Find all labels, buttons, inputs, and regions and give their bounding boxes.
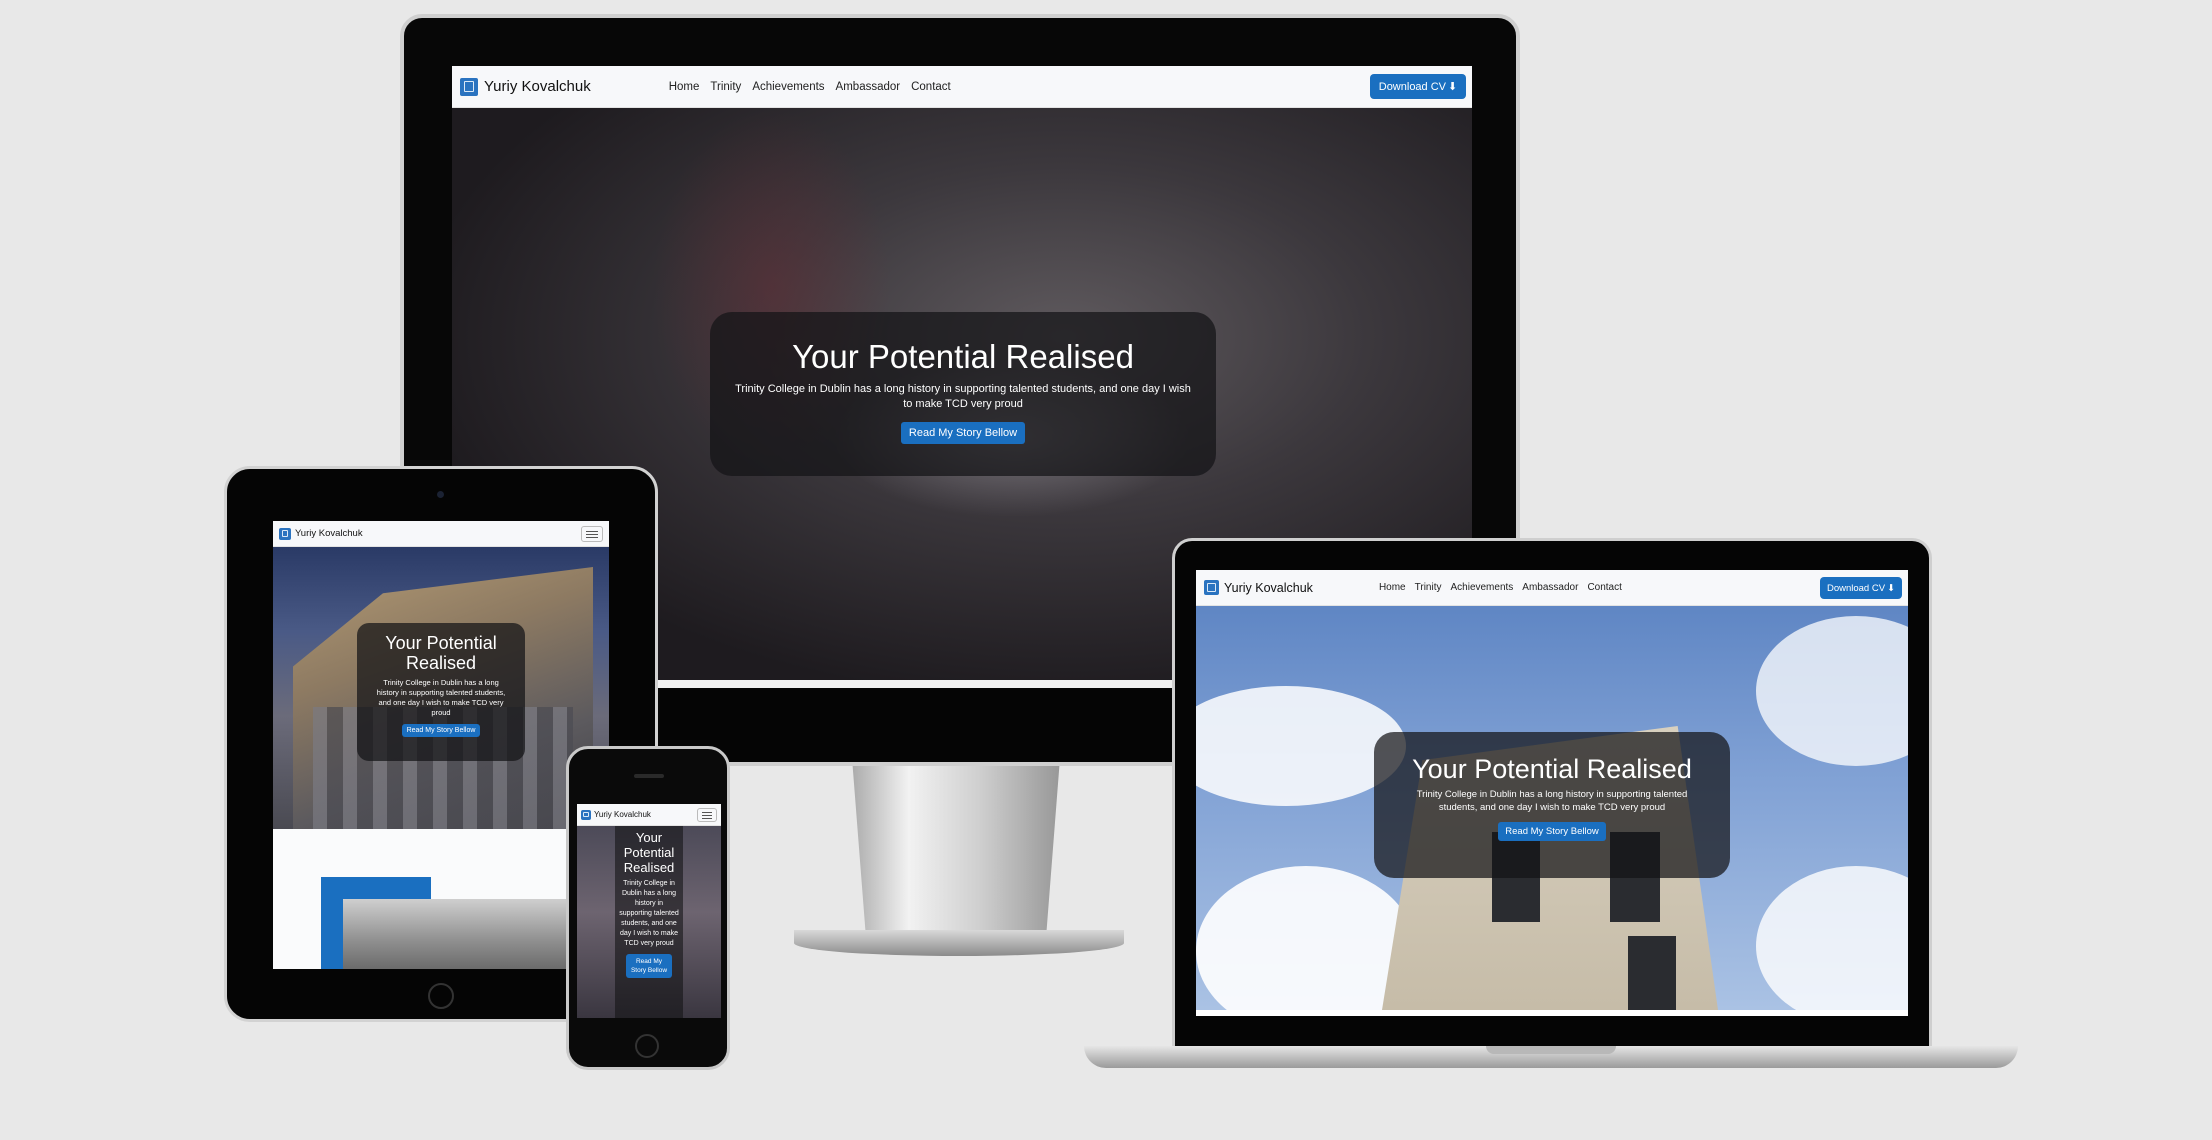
crest-icon xyxy=(581,809,591,820)
phone-read-story-button[interactable]: Read My Story Bellow xyxy=(626,954,672,978)
nav-achievements[interactable]: Achievements xyxy=(752,81,824,93)
hero-text: Trinity College in Dublin has a long his… xyxy=(735,383,1191,410)
desktop-navbar: Yuriy Kovalchuk Home Trinity Achievement… xyxy=(452,66,1472,108)
download-icon: ⬇ xyxy=(1448,81,1458,93)
tablet-hero-text: Trinity College in Dublin has a long his… xyxy=(376,678,506,717)
laptop-hero: Your Potential Realised Trinity College … xyxy=(1196,606,1908,1016)
download-cv-label: Download CV xyxy=(1378,80,1447,93)
phone-overlay-card: Your Potential Realised Trinity College … xyxy=(615,826,683,1018)
laptop-hero-text: Trinity College in Dublin has a long his… xyxy=(1416,789,1688,813)
phone-navbar: Yuriy Kovalchuk xyxy=(577,804,721,826)
crest-icon xyxy=(1204,580,1219,595)
laptop-brand-name: Yuriy Kovalchuk xyxy=(1224,580,1313,595)
laptop-notch xyxy=(1486,1046,1616,1054)
hero-title: Your Potential Realised xyxy=(792,338,1134,375)
crest-icon xyxy=(460,77,478,96)
hero-overlay-card: Your Potential Realised Trinity College … xyxy=(710,312,1216,476)
download-icon: ⬇ xyxy=(1887,582,1896,594)
phone-hero-title: Your Potential Realised xyxy=(623,830,675,875)
hamburger-menu-icon[interactable] xyxy=(697,808,717,822)
nav-ambassador[interactable]: Ambassador xyxy=(836,81,901,93)
phone-hero: Your Potential Realised Trinity College … xyxy=(577,826,721,1018)
laptop-screen: Your Potential Realised Trinity College … xyxy=(1196,570,1908,1016)
hamburger-menu-icon[interactable] xyxy=(581,526,603,542)
tablet-read-story-button[interactable]: Read My Story Bellow xyxy=(401,724,481,737)
read-story-button[interactable]: Read My Story Bellow xyxy=(900,422,1026,444)
laptop-navbar: Yuriy Kovalchuk Home Trinity Achievement… xyxy=(1196,570,1908,606)
tablet-brand-name: Yuriy Kovalchuk xyxy=(295,528,363,539)
brand[interactable]: Yuriy Kovalchuk xyxy=(460,77,591,96)
phone-hero-text: Trinity College in Dublin has a long his… xyxy=(619,880,679,947)
nav-home[interactable]: Home xyxy=(669,81,700,93)
monitor-stand-neck xyxy=(852,760,1060,942)
laptop-overlay-card: Your Potential Realised Trinity College … xyxy=(1374,732,1730,878)
nav-contact[interactable]: Contact xyxy=(1587,582,1621,593)
nav-contact[interactable]: Contact xyxy=(911,81,951,93)
phone-screen: Your Potential Realised Trinity College … xyxy=(577,804,721,1018)
phone-brand[interactable]: Yuriy Kovalchuk xyxy=(581,809,651,820)
cloud xyxy=(1756,866,1908,1016)
building-window xyxy=(1628,936,1676,1010)
laptop-download-cv-label: Download CV xyxy=(1826,582,1886,594)
laptop-read-story-button[interactable]: Read My Story Bellow xyxy=(1498,822,1606,841)
nav-achievements[interactable]: Achievements xyxy=(1450,582,1513,593)
laptop-brand[interactable]: Yuriy Kovalchuk xyxy=(1204,580,1313,595)
brand-name: Yuriy Kovalchuk xyxy=(484,78,591,95)
laptop-nav-links: Home Trinity Achievements Ambassador Con… xyxy=(1379,582,1622,593)
download-cv-button[interactable]: Download CV ⬇ xyxy=(1370,74,1466,99)
tablet-navbar: Yuriy Kovalchuk xyxy=(273,521,609,547)
nav-trinity[interactable]: Trinity xyxy=(1415,582,1442,593)
tablet-hero: Your Potential Realised Trinity College … xyxy=(273,547,609,829)
tablet-home-button[interactable] xyxy=(428,983,454,1009)
nav-home[interactable]: Home xyxy=(1379,582,1406,593)
phone-home-button[interactable] xyxy=(635,1034,659,1058)
tablet-brand[interactable]: Yuriy Kovalchuk xyxy=(279,527,363,540)
cloud xyxy=(1756,616,1908,766)
nav-ambassador[interactable]: Ambassador xyxy=(1522,582,1578,593)
monitor-stand-base xyxy=(794,930,1124,956)
laptop-download-cv-button[interactable]: Download CV ⬇ xyxy=(1820,577,1902,599)
phone-speaker xyxy=(634,774,664,778)
nav-links: Home Trinity Achievements Ambassador Con… xyxy=(669,81,951,93)
cloud xyxy=(1196,866,1416,1016)
tablet-grayscale-photo xyxy=(343,899,567,969)
crest-icon xyxy=(279,527,291,540)
tablet-screen: Your Potential Realised Trinity College … xyxy=(273,521,609,969)
tablet-hero-title: Your Potential Realised xyxy=(385,633,497,673)
laptop-hero-title: Your Potential Realised xyxy=(1412,754,1692,784)
phone-brand-name: Yuriy Kovalchuk xyxy=(594,810,651,819)
tablet-overlay-card: Your Potential Realised Trinity College … xyxy=(357,623,525,761)
tablet-camera xyxy=(437,491,444,498)
nav-trinity[interactable]: Trinity xyxy=(710,81,741,93)
